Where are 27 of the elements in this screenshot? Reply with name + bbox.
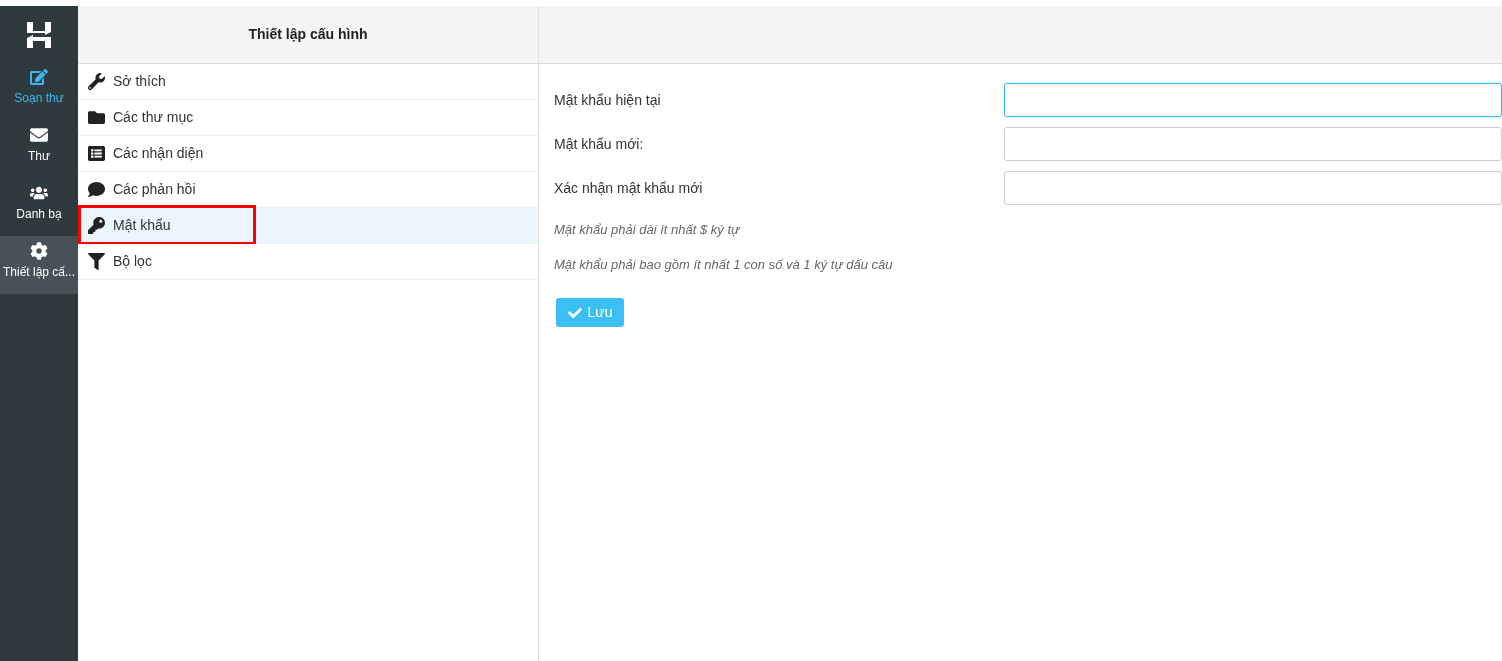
nav-item[interactable]: Thư: [0, 120, 78, 178]
filter-icon: [88, 253, 105, 270]
hint-text: Mật khẩu phải bao gồm ít nhất 1 con số và 1 ký tự dấu câu: [554, 255, 894, 274]
settings-item[interactable]: Mật khẩu: [78, 208, 538, 244]
key-icon: [88, 217, 105, 234]
field-label: Xác nhận mật khẩu mới: [554, 178, 704, 198]
envelope-icon: [30, 126, 48, 144]
nav-item[interactable]: Soạn thư: [0, 62, 78, 120]
panel-title: Thiết lập cấu hình: [248, 25, 368, 44]
password-field[interactable]: [1004, 127, 1502, 161]
logo-icon: [25, 20, 53, 50]
folder-icon: [88, 109, 105, 126]
hint-text: Mật khẩu phải dài ít nhất $ ký tự: [554, 221, 741, 239]
edit-icon: [30, 68, 48, 86]
speech-bubble-icon: [88, 181, 105, 198]
nav-item[interactable]: Danh bạ: [0, 178, 78, 236]
nav-item[interactable]: Thiết lập cấ...: [0, 236, 78, 294]
field-label: Mật khẩu mới:: [554, 134, 645, 154]
settings-icon: [30, 242, 48, 260]
password-field[interactable]: [1004, 171, 1502, 205]
password-field[interactable]: [1004, 83, 1502, 117]
list-icon: [88, 145, 105, 162]
check-icon: [567, 305, 582, 320]
wrench-icon: [88, 73, 105, 90]
field-label: Mật khẩu hiện tại: [554, 90, 662, 110]
people-icon: [30, 184, 48, 202]
settings-item[interactable]: Bộ lọc: [78, 244, 538, 280]
